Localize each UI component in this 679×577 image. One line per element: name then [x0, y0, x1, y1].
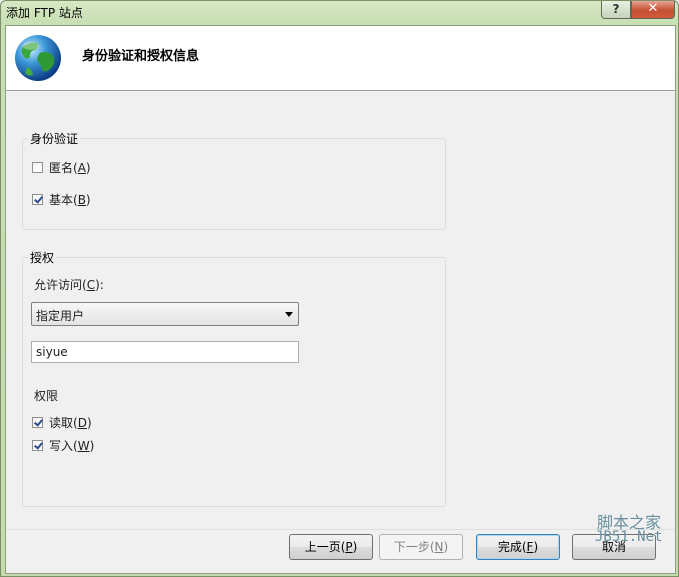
basic-checkbox[interactable]: 基本(B) — [32, 191, 91, 208]
watermark-line2: JB51.Net — [595, 529, 663, 545]
close-icon: ✕ — [647, 1, 659, 16]
anonymous-checkbox-box[interactable] — [32, 162, 43, 173]
window-title: 添加 FTP 站点 — [6, 6, 83, 20]
page-title: 身份验证和授权信息 — [82, 49, 200, 64]
write-checkbox-box[interactable] — [32, 440, 43, 451]
authorization-legend: 授权 — [28, 249, 57, 266]
finish-button[interactable]: 完成(F) — [476, 534, 560, 560]
authorization-group — [22, 257, 446, 507]
help-icon: ? — [612, 2, 620, 16]
authentication-legend: 身份验证 — [28, 130, 81, 147]
allow-access-label: 允许访问(C): — [34, 278, 104, 292]
globe-icon — [15, 35, 61, 81]
read-checkbox[interactable]: 读取(D) — [32, 414, 92, 431]
add-ftp-site-window: 添加 FTP 站点 ? ✕ 身份验证和授权信息 身份验证 匿名(A) 基本(B)… — [0, 0, 679, 577]
allow-access-select[interactable]: 指定用户 — [31, 302, 299, 326]
close-button[interactable]: ✕ — [631, 1, 675, 19]
allow-access-value: 指定用户 — [36, 309, 85, 323]
authentication-group — [22, 138, 446, 230]
read-label: 读取(D) — [49, 416, 92, 430]
help-button[interactable]: ? — [601, 1, 631, 19]
user-name-value: siyue — [36, 345, 68, 359]
user-name-input[interactable]: siyue — [31, 341, 299, 363]
chevron-down-icon[interactable] — [285, 312, 293, 317]
watermark-logo: 脚本之家 JB51.Net — [595, 509, 671, 549]
title-bar[interactable]: 添加 FTP 站点 ? ✕ — [1, 1, 678, 23]
write-label: 写入(W) — [49, 439, 95, 453]
footer-divider — [6, 529, 675, 530]
basic-checkbox-box[interactable] — [32, 194, 43, 205]
wizard-header: 身份验证和授权信息 — [6, 26, 675, 91]
anonymous-label: 匿名(A) — [49, 161, 91, 175]
anonymous-checkbox[interactable]: 匿名(A) — [32, 159, 91, 176]
next-button[interactable]: 下一步(N) — [379, 534, 463, 560]
dialog-body: 身份验证和授权信息 身份验证 匿名(A) 基本(B) 授权 允许访问(C): 指… — [5, 25, 676, 574]
basic-label: 基本(B) — [49, 193, 91, 207]
previous-button[interactable]: 上一页(P) — [289, 534, 373, 560]
write-checkbox[interactable]: 写入(W) — [32, 437, 94, 454]
read-checkbox-box[interactable] — [32, 417, 43, 428]
permissions-label: 权限 — [34, 389, 59, 403]
